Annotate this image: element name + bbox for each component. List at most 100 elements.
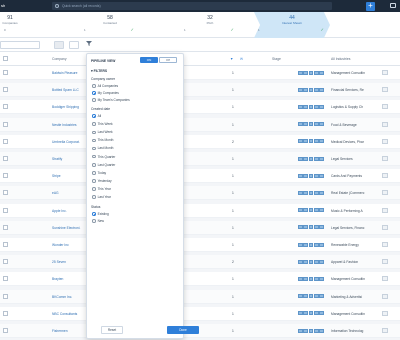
date-option[interactable]: Last Month bbox=[92, 146, 113, 151]
row-checkbox[interactable] bbox=[3, 104, 8, 110]
date-option[interactable]: Last Year bbox=[92, 195, 111, 200]
stage-companies[interactable]: 91 Companies 0 bbox=[0, 12, 20, 38]
row-action-icon[interactable] bbox=[382, 190, 388, 196]
select-all-checkbox[interactable] bbox=[3, 56, 8, 61]
owner-option-mine[interactable]: My Companies bbox=[92, 91, 119, 96]
radio-icon[interactable] bbox=[92, 130, 96, 135]
row-action-icon[interactable] bbox=[382, 276, 388, 282]
table-row[interactable]: eAG 1 Real Estate (Commerc bbox=[0, 186, 400, 201]
status-option-existing[interactable]: Existing bbox=[92, 212, 109, 217]
radio-icon[interactable] bbox=[92, 171, 96, 175]
company-name[interactable]: Baldwin Pleasure bbox=[52, 71, 86, 75]
row-action-icon[interactable] bbox=[382, 207, 388, 213]
table-row[interactable]: Apple Inc. 1 Music & Performing A bbox=[0, 203, 400, 218]
table-row[interactable]: 25 Seven 2 Apparel & Fashion bbox=[0, 255, 400, 270]
pipeline-on-button[interactable]: ON bbox=[140, 57, 158, 63]
company-name[interactable]: Brayten bbox=[52, 277, 86, 281]
company-name[interactable]: Boddiger Shipping bbox=[52, 105, 86, 109]
done-button[interactable]: Done bbox=[167, 326, 199, 334]
table-row[interactable]: Boddiger Shipping 1 Logistics & Supply Ch bbox=[0, 100, 400, 115]
company-name[interactable]: Bottled Spam LLC bbox=[52, 88, 86, 92]
owner-option-all[interactable]: All Companies bbox=[92, 84, 118, 89]
radio-icon[interactable] bbox=[92, 162, 96, 167]
table-row[interactable]: Wonder Inc 1 Renewable Energy bbox=[0, 238, 400, 252]
stage-interest-shown[interactable]: 44 Interest Shown 1 ✓ bbox=[254, 12, 330, 38]
date-option[interactable]: Last Quarter bbox=[92, 163, 115, 168]
row-action-icon[interactable] bbox=[382, 224, 388, 230]
row-checkbox[interactable] bbox=[3, 207, 8, 213]
row-checkbox[interactable] bbox=[3, 70, 8, 75]
row-checkbox[interactable] bbox=[3, 138, 8, 144]
row-action-icon[interactable] bbox=[382, 87, 388, 93]
date-option[interactable]: All bbox=[92, 114, 101, 119]
row-action-icon[interactable] bbox=[382, 310, 388, 316]
calendar-icon[interactable] bbox=[69, 41, 79, 49]
date-option[interactable]: Last Week bbox=[92, 130, 113, 135]
table-row[interactable]: Bottled Spam LLC 1 Financial Services, Re bbox=[0, 83, 400, 98]
date-option[interactable]: This Week bbox=[92, 122, 113, 127]
radio-icon[interactable] bbox=[92, 179, 96, 183]
row-checkbox[interactable] bbox=[3, 259, 8, 265]
filter-icon[interactable] bbox=[86, 41, 94, 49]
row-action-icon[interactable] bbox=[382, 328, 388, 333]
row-checkbox[interactable] bbox=[3, 328, 8, 333]
column-industries[interactable]: All Industries bbox=[331, 57, 350, 61]
radio-icon[interactable] bbox=[92, 212, 96, 216]
company-name[interactable]: Umbrella Corporat. bbox=[52, 140, 86, 144]
stage-contacted[interactable]: 58 Contacted 1 ✓ bbox=[80, 12, 140, 38]
radio-icon[interactable] bbox=[92, 219, 96, 223]
row-checkbox[interactable] bbox=[3, 87, 8, 93]
date-option[interactable]: This Month bbox=[92, 138, 113, 143]
row-action-icon[interactable] bbox=[382, 259, 388, 265]
date-option[interactable]: Today bbox=[92, 171, 106, 176]
row-checkbox[interactable] bbox=[3, 190, 8, 196]
row-action-icon[interactable] bbox=[382, 138, 388, 144]
company-name[interactable]: Apple Inc. bbox=[52, 209, 86, 213]
radio-icon[interactable] bbox=[92, 122, 96, 127]
company-name[interactable]: Sunshine Electroni. bbox=[52, 226, 86, 230]
radio-icon[interactable] bbox=[92, 91, 96, 95]
filter-icon[interactable]: ▼ bbox=[230, 57, 233, 61]
email-icon[interactable]: ✉ bbox=[240, 57, 243, 61]
add-button[interactable]: + bbox=[366, 1, 375, 11]
radio-icon[interactable] bbox=[92, 138, 96, 143]
row-action-icon[interactable] bbox=[382, 104, 388, 110]
company-name[interactable]: BKComm Inc. bbox=[52, 295, 86, 299]
stage-pitch[interactable]: 32 Pitch 1 ✓ bbox=[180, 12, 240, 38]
row-checkbox[interactable] bbox=[3, 224, 8, 230]
row-checkbox[interactable] bbox=[3, 310, 8, 316]
row-checkbox[interactable] bbox=[3, 293, 8, 299]
table-row[interactable]: Sunshine Electroni. 1 Legal Services, Fina… bbox=[0, 220, 400, 235]
table-row[interactable]: Brayten 1 Management Consultin bbox=[0, 272, 400, 287]
radio-icon[interactable] bbox=[92, 195, 96, 199]
status-option-new[interactable]: New bbox=[92, 219, 104, 224]
owner-option-team[interactable]: My Team's Companies bbox=[92, 98, 130, 103]
row-checkbox[interactable] bbox=[3, 242, 8, 247]
radio-icon[interactable] bbox=[92, 84, 96, 88]
company-name[interactable]: Stripe bbox=[52, 174, 86, 178]
column-stage[interactable]: Stage bbox=[272, 57, 281, 61]
row-checkbox[interactable] bbox=[3, 156, 8, 161]
grid-toggle-button[interactable] bbox=[54, 41, 64, 49]
table-row[interactable]: BKComm Inc. 1 Marketing & Advertisi bbox=[0, 289, 400, 304]
row-action-icon[interactable] bbox=[382, 156, 388, 161]
radio-icon[interactable] bbox=[92, 154, 96, 159]
date-option[interactable]: This Quarter bbox=[92, 155, 115, 160]
radio-icon[interactable] bbox=[92, 114, 96, 118]
radio-icon[interactable] bbox=[92, 187, 96, 191]
reset-button[interactable]: Reset bbox=[101, 326, 123, 334]
view-select[interactable] bbox=[0, 41, 40, 49]
company-name[interactable]: Fishermen bbox=[52, 329, 86, 333]
row-checkbox[interactable] bbox=[3, 121, 8, 127]
company-name[interactable]: Nestle Industries bbox=[52, 123, 86, 127]
radio-icon[interactable] bbox=[92, 98, 96, 102]
column-company[interactable]: Company bbox=[52, 57, 67, 61]
row-action-icon[interactable] bbox=[382, 121, 388, 127]
date-option[interactable]: Yesterday bbox=[92, 179, 112, 184]
row-action-icon[interactable] bbox=[382, 293, 388, 299]
row-checkbox[interactable] bbox=[3, 173, 8, 179]
company-name[interactable]: 25 Seven bbox=[52, 260, 86, 264]
table-row[interactable]: Umbrella Corporat. 2 Medical Devices, Phar bbox=[0, 134, 400, 149]
pipeline-off-button[interactable]: Off bbox=[159, 57, 177, 63]
table-row[interactable]: Fishermen 1 Information Technolog bbox=[0, 324, 400, 338]
